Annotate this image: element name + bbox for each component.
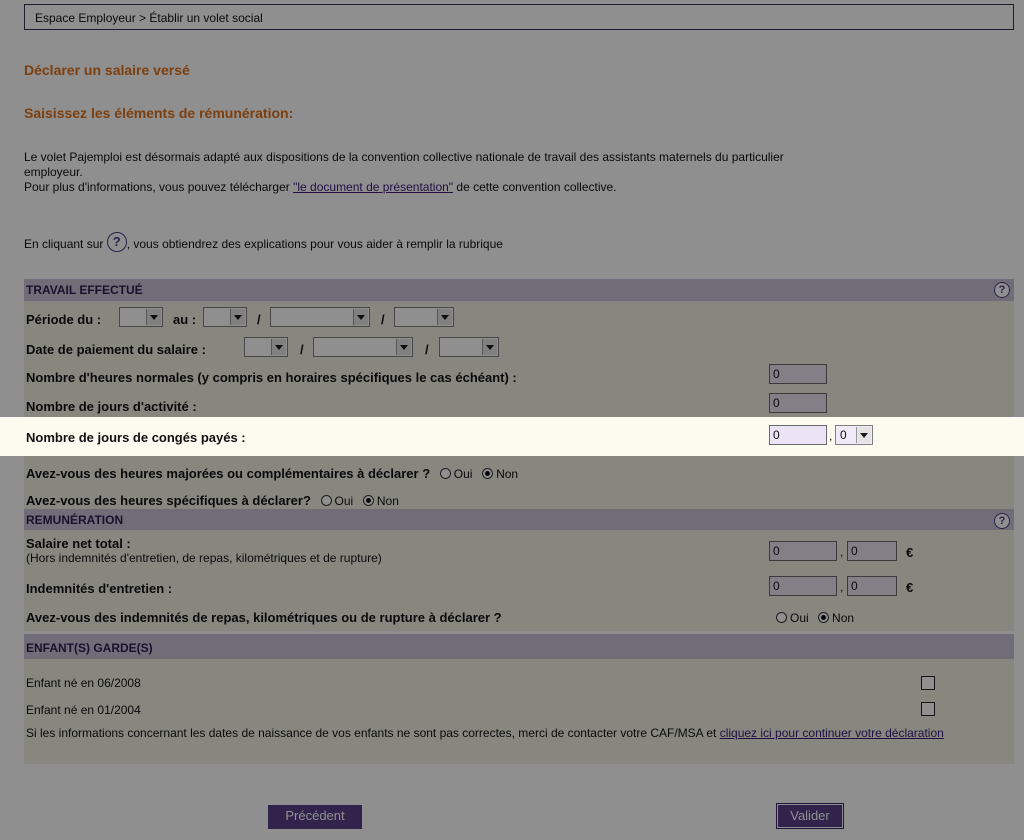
salaire-net-sublabel: (Hors indemnités d'entretien, de repas, … (26, 551, 382, 565)
enfants-section-header: ENFANT(S) GARDE(S) (24, 634, 1014, 659)
intro-line-3: Pour plus d'informations, vous pouvez té… (24, 180, 1004, 195)
euro-symbol: € (906, 580, 914, 595)
enfants-note: Si les informations concernant les dates… (26, 726, 986, 741)
chevron-down-icon (482, 339, 497, 355)
heures-specifiques-text: Avez-vous des heures spécifiques à décla… (26, 493, 311, 508)
indemnites-integer-input[interactable]: 0 (769, 576, 837, 596)
heures-majorees-text: Avez-vous des heures majorées ou complém… (26, 466, 431, 481)
slash: / (300, 342, 304, 357)
intro-line-2: employeur. (24, 165, 83, 179)
comma: , (840, 545, 844, 559)
heures-normales-label: Nombre d'heures normales (y compris en h… (26, 370, 517, 385)
salaire-net-block: Salaire net total : (Hors indemnités d'e… (26, 536, 382, 565)
intro-line-3-after: de cette convention collective. (453, 180, 617, 194)
oui-label: Oui (334, 494, 354, 508)
breadcrumb: Espace Employeur > Établir un volet soci… (24, 4, 1014, 30)
non-label: Non (832, 611, 855, 625)
enfant-checkbox-2[interactable] (921, 702, 935, 716)
periode-du-label: Période du : (26, 312, 102, 327)
help-circle-icon: ? (106, 232, 127, 252)
chevron-down-icon (146, 309, 161, 325)
periode-au-month-select[interactable] (270, 307, 370, 327)
enfant-checkbox-1[interactable] (921, 676, 935, 690)
chevron-down-icon (230, 309, 245, 325)
conges-decimal-value: 0 (840, 428, 847, 442)
help-hint-before: En cliquant sur (24, 237, 107, 251)
travail-title: TRAVAIL EFFECTUÉ (26, 283, 143, 297)
indemnites-entretien-label: Indemnités d'entretien : (26, 581, 173, 596)
periode-au-day-select[interactable] (203, 307, 247, 327)
chevron-down-icon (437, 309, 452, 325)
conges-decimal-select[interactable]: 0 (835, 425, 873, 445)
slash: / (425, 342, 429, 357)
majorees-non-radio[interactable] (482, 468, 494, 479)
enfants-title: ENFANT(S) GARDE(S) (26, 641, 153, 655)
intro-line-1: Le volet Pajemploi est désormais adapté … (24, 150, 784, 164)
oui-label: Oui (453, 467, 473, 481)
chevron-down-icon (856, 427, 871, 443)
heures-normales-input[interactable]: 0 (769, 364, 827, 384)
continue-declaration-link[interactable]: cliquez ici pour continuer votre déclara… (720, 726, 944, 740)
chevron-down-icon (353, 309, 368, 325)
jours-activite-label: Nombre de jours d'activité : (26, 399, 197, 414)
travail-section-header: TRAVAIL EFFECTUÉ (24, 279, 1014, 301)
euro-symbol: € (906, 545, 914, 560)
specifiques-oui-radio[interactable] (320, 495, 332, 506)
conges-payes-input[interactable]: 0 (769, 425, 827, 445)
chevron-down-icon (271, 339, 286, 355)
conges-payes-label: Nombre de jours de congés payés : (26, 430, 246, 445)
comma: , (829, 429, 833, 443)
periode-au-year-select[interactable] (394, 307, 454, 327)
remuneration-section-header: REMUNÉRATION (24, 509, 1014, 530)
salaire-net-decimal-input[interactable]: 0 (847, 541, 897, 561)
oui-label: Oui (790, 611, 809, 625)
slash: / (257, 312, 261, 327)
periode-du-day-select[interactable] (119, 307, 163, 327)
indemnites-repas-question: Avez-vous des indemnités de repas, kilom… (26, 610, 502, 625)
date-paiement-label: Date de paiement du salaire : (26, 342, 206, 357)
majorees-oui-radio[interactable] (439, 468, 451, 479)
paiement-month-select[interactable] (313, 337, 413, 357)
heures-majorees-question: Avez-vous des heures majorées ou complém… (26, 466, 518, 481)
presentation-document-link[interactable]: "le document de présentation" (293, 180, 453, 194)
non-label: Non (496, 467, 519, 481)
paiement-year-select[interactable] (439, 337, 499, 357)
salaire-net-label: Salaire net total : (26, 536, 131, 551)
chevron-down-icon (396, 339, 411, 355)
heures-specifiques-question: Avez-vous des heures spécifiques à décla… (26, 493, 399, 508)
page: Espace Employeur > Établir un volet soci… (0, 0, 1024, 840)
specifiques-non-radio[interactable] (362, 495, 374, 506)
salaire-net-integer-input[interactable]: 0 (769, 541, 837, 561)
page-title: Déclarer un salaire versé (24, 62, 190, 78)
help-circle-icon[interactable]: ? (994, 513, 1010, 529)
enfant-label-2: Enfant né en 01/2004 (26, 703, 141, 717)
jours-activite-input[interactable]: 0 (769, 393, 827, 413)
enfants-note-text: Si les informations concernant les dates… (26, 726, 720, 740)
repas-non-radio[interactable] (818, 612, 830, 623)
non-label: Non (376, 494, 399, 508)
indemnites-decimal-input[interactable]: 0 (847, 576, 897, 596)
intro-text: Le volet Pajemploi est désormais adapté … (24, 150, 1004, 195)
paiement-day-select[interactable] (244, 337, 288, 357)
precedent-button[interactable]: Précédent (268, 805, 362, 829)
section-subtitle: Saisissez les éléments de rémunération: (24, 105, 294, 121)
slash: / (381, 312, 385, 327)
indemnites-repas-radios: Oui Non (770, 611, 854, 625)
au-label: au : (173, 312, 197, 327)
help-hint: En cliquant sur ?, vous obtiendrez des e… (24, 232, 503, 252)
valider-button[interactable]: Valider (776, 803, 844, 829)
remuneration-title: REMUNÉRATION (26, 513, 124, 527)
intro-line-3-before: Pour plus d'informations, vous pouvez té… (24, 180, 294, 194)
repas-oui-radio[interactable] (776, 612, 787, 623)
help-hint-after: , vous obtiendrez des explications pour … (126, 237, 503, 251)
help-circle-icon[interactable]: ? (994, 282, 1010, 298)
enfant-label-1: Enfant né en 06/2008 (26, 676, 141, 690)
comma: , (840, 580, 844, 594)
